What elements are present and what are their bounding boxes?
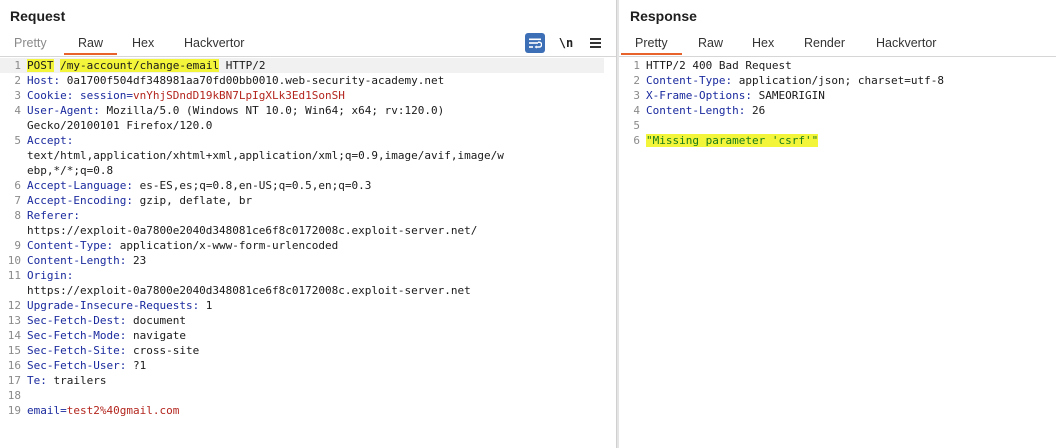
request-line: 7 Accept-Encoding: gzip, deflate, br [14,194,253,207]
request-line: 13 Sec-Fetch-Dest: document [7,314,186,327]
tab-raw[interactable]: Raw [63,36,118,55]
request-pane: Request Pretty Raw Hex Hackvertor \n 1 PO… [0,0,616,448]
tab-hackvertor[interactable]: Hackvertor [184,36,244,50]
hamburger-menu-icon [589,36,601,50]
response-line: 1 HTTP/2 400 Bad Request [633,59,792,72]
text-wrap-button[interactable] [525,33,545,53]
session-cookie-value: vnYhjSDndD19kBN7LpIgXLk3Ed1SonSH [132,89,345,102]
request-line: 16 Sec-Fetch-User: ?1 [7,359,147,372]
request-line: 11 Origin: [7,269,74,282]
request-line-continuation: https://exploit-0a7800e2040d348081ce6f8c… [27,224,478,237]
request-line: 10 Content-Length: 23 [7,254,147,267]
response-body-line: 6 "Missing parameter 'csrf'" [633,134,819,147]
request-line: 3 Cookie: session=vnYhjSDndD19kBN7LpIgXLk… [14,89,345,102]
request-method: POST [27,59,54,72]
tab-hex[interactable]: Hex [132,36,154,50]
menu-button[interactable] [586,33,604,53]
tab-hex[interactable]: Hex [752,36,774,50]
request-line: 9 Content-Type: application/x-www-form-ur… [14,239,339,252]
request-line-continuation: ebp,*/*;q=0.8 [27,164,114,177]
request-path: /my-account/change-email [60,59,220,72]
tab-render[interactable]: Render [804,36,845,50]
request-tabs: Pretty Raw Hex Hackvertor [0,33,616,57]
response-line: 3 X-Frame-Options: SAMEORIGIN [633,89,825,102]
request-line: 12 Upgrade-Insecure-Requests: 1 [7,299,213,312]
response-title: Response [630,8,697,24]
request-line: 17 Te: trailers [7,374,107,387]
request-line: 4 User-Agent: Mozilla/5.0 (Windows NT 10.… [14,104,445,117]
request-line-continuation: Gecko/20100101 Firefox/120.0 [27,119,213,132]
request-body-line: 19 email=test2%40gmail.com [7,404,180,417]
response-viewer[interactable]: 1 HTTP/2 400 Bad Request 2 Content-Type: a… [619,58,1056,448]
error-message: "Missing parameter 'csrf'" [646,134,819,147]
body-param-value: test2%40gmail.com [66,404,180,417]
show-newlines-button[interactable]: \n [556,33,576,53]
response-pane: Response Pretty Raw Hex Render Hackverto… [619,0,1056,448]
request-title: Request [10,8,66,24]
response-tabs: Pretty Raw Hex Render Hackvertor [619,33,1056,57]
body-param-name: email= [27,404,67,417]
request-line: 5 Accept: [14,134,74,147]
request-line: 15 Sec-Fetch-Site: cross-site [7,344,200,357]
response-line: 2 Content-Type: application/json; charset… [633,74,945,87]
tab-pretty[interactable]: Pretty [14,36,47,50]
request-line: 1 POST /my-account/change-email HTTP/2 [0,58,604,73]
request-editor[interactable]: 1 POST /my-account/change-email HTTP/2 2H… [0,58,616,448]
status-line: HTTP/2 400 Bad Request [646,59,792,72]
tab-pretty[interactable]: Pretty [621,36,682,55]
request-line-continuation: text/html,application/xhtml+xml,applicat… [27,149,504,162]
request-line: 14 Sec-Fetch-Mode: navigate [7,329,186,342]
tab-hackvertor[interactable]: Hackvertor [876,36,936,50]
tab-raw[interactable]: Raw [698,36,723,50]
request-line: 8 Referer: [14,209,80,222]
request-line: 18 [7,389,21,402]
response-line: 5 [633,119,640,132]
text-wrap-icon [529,38,542,49]
response-line: 4 Content-Length: 26 [633,104,766,117]
request-line: 2 Host: 0a1700f504df348981aa70fd00bb0010.… [14,74,445,87]
request-line-continuation: https://exploit-0a7800e2040d348081ce6f8c… [27,284,471,297]
request-line: 6 Accept-Language: es-ES,es;q=0.8,en-US;q… [14,179,372,192]
